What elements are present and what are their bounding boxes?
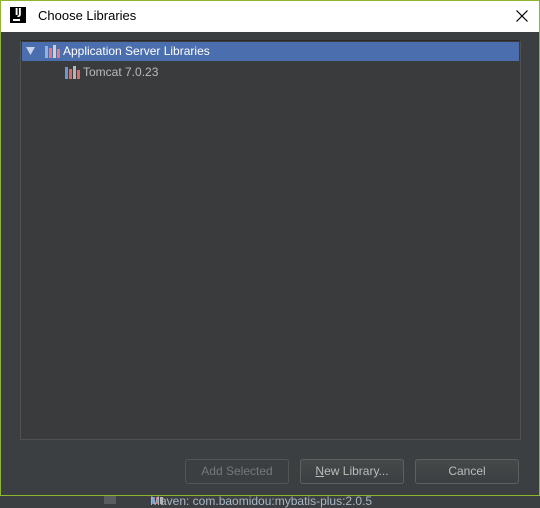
new-library-button[interactable]: New Library...	[300, 459, 404, 484]
tree-item-application-server-libraries[interactable]: Application Server Libraries	[22, 42, 519, 61]
tree-item-tomcat[interactable]: Tomcat 7.0.23	[22, 63, 519, 82]
cancel-button[interactable]: Cancel	[415, 459, 519, 484]
library-icon	[45, 45, 60, 58]
tree-item-label: Tomcat 7.0.23	[83, 65, 159, 79]
background-scroll-tile	[104, 496, 116, 504]
tree-item-label: Application Server Libraries	[63, 44, 210, 58]
libraries-tree[interactable]: Application Server Libraries Tomcat 7.0.…	[20, 40, 521, 440]
add-selected-button[interactable]: Add Selected	[185, 459, 289, 484]
mnemonic-letter: N	[315, 464, 325, 478]
dialog-title: Choose Libraries	[38, 8, 137, 23]
choose-libraries-dialog: IJ Choose Libraries Application Server L…	[0, 0, 540, 496]
dialog-titlebar[interactable]: IJ Choose Libraries	[1, 1, 539, 32]
close-button[interactable]	[505, 1, 539, 32]
intellij-app-icon: IJ	[10, 7, 26, 23]
expand-arrow-icon[interactable]	[26, 47, 35, 55]
background-tree-item: Maven: com.baomidou:mybatis-plus:2.0.5	[150, 494, 373, 508]
close-icon	[516, 10, 528, 22]
library-icon	[65, 66, 80, 79]
button-label-rest: ew Library...	[324, 464, 389, 478]
